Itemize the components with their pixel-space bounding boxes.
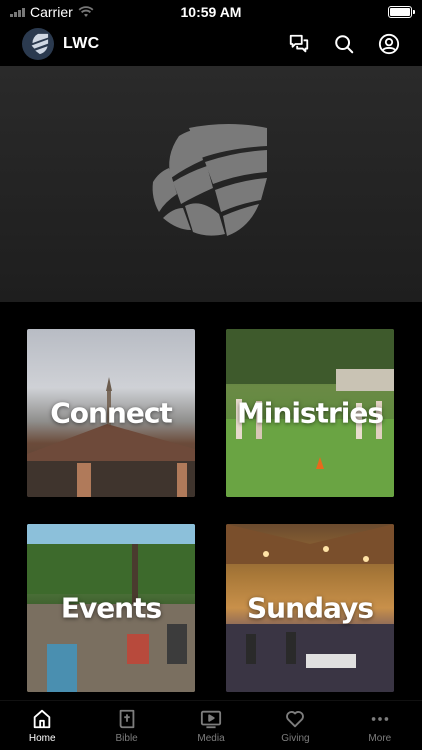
search-icon bbox=[334, 35, 353, 54]
header-actions bbox=[287, 33, 400, 56]
events-label: Events bbox=[60, 591, 162, 625]
profile-icon bbox=[378, 33, 399, 55]
hero-banner bbox=[0, 66, 422, 302]
profile-button[interactable] bbox=[377, 33, 400, 56]
tab-giving[interactable]: Giving bbox=[253, 701, 337, 750]
app-header: LWC bbox=[0, 24, 422, 64]
media-icon bbox=[200, 710, 222, 728]
ministries-tile[interactable]: Ministries bbox=[226, 329, 394, 497]
tab-home[interactable]: Home bbox=[0, 701, 84, 750]
status-right bbox=[262, 6, 415, 18]
search-button[interactable] bbox=[332, 33, 355, 56]
signal-icon bbox=[10, 7, 25, 17]
heart-icon bbox=[286, 710, 305, 727]
connect-label: Connect bbox=[50, 396, 173, 430]
more-icon bbox=[371, 716, 389, 721]
status-left: Carrier bbox=[10, 4, 160, 20]
tab-more-label: More bbox=[368, 732, 392, 744]
chat-icon bbox=[289, 34, 308, 53]
church-logo-avatar[interactable] bbox=[22, 28, 54, 60]
tab-media[interactable]: Media bbox=[169, 701, 253, 750]
wifi-icon bbox=[78, 6, 94, 17]
status-bar: Carrier 10:59 AM bbox=[0, 0, 422, 24]
tab-home-label: Home bbox=[28, 732, 56, 744]
tab-more[interactable]: More bbox=[338, 701, 422, 750]
church-globe-logo bbox=[152, 124, 267, 236]
sundays-tile[interactable]: Sundays bbox=[226, 524, 394, 692]
events-tile[interactable]: Events bbox=[27, 524, 195, 692]
bible-icon bbox=[119, 709, 134, 728]
sundays-label: Sundays bbox=[246, 591, 374, 625]
globe-logo-icon bbox=[31, 33, 49, 55]
ministries-label: Ministries bbox=[236, 396, 384, 430]
tab-bible[interactable]: Bible bbox=[84, 701, 168, 750]
tab-media-label: Media bbox=[197, 732, 225, 744]
battery-icon bbox=[388, 6, 415, 18]
tab-bible-label: Bible bbox=[115, 732, 138, 744]
carrier-label: Carrier bbox=[30, 4, 73, 20]
home-icon bbox=[33, 709, 51, 728]
tab-bar: Home Bible Media Giving More bbox=[0, 700, 422, 750]
tab-giving-label: Giving bbox=[281, 732, 310, 744]
app-title: LWC bbox=[63, 35, 100, 52]
connect-tile[interactable]: Connect bbox=[27, 329, 195, 497]
chat-button[interactable] bbox=[287, 33, 310, 56]
status-time: 10:59 AM bbox=[180, 4, 242, 20]
